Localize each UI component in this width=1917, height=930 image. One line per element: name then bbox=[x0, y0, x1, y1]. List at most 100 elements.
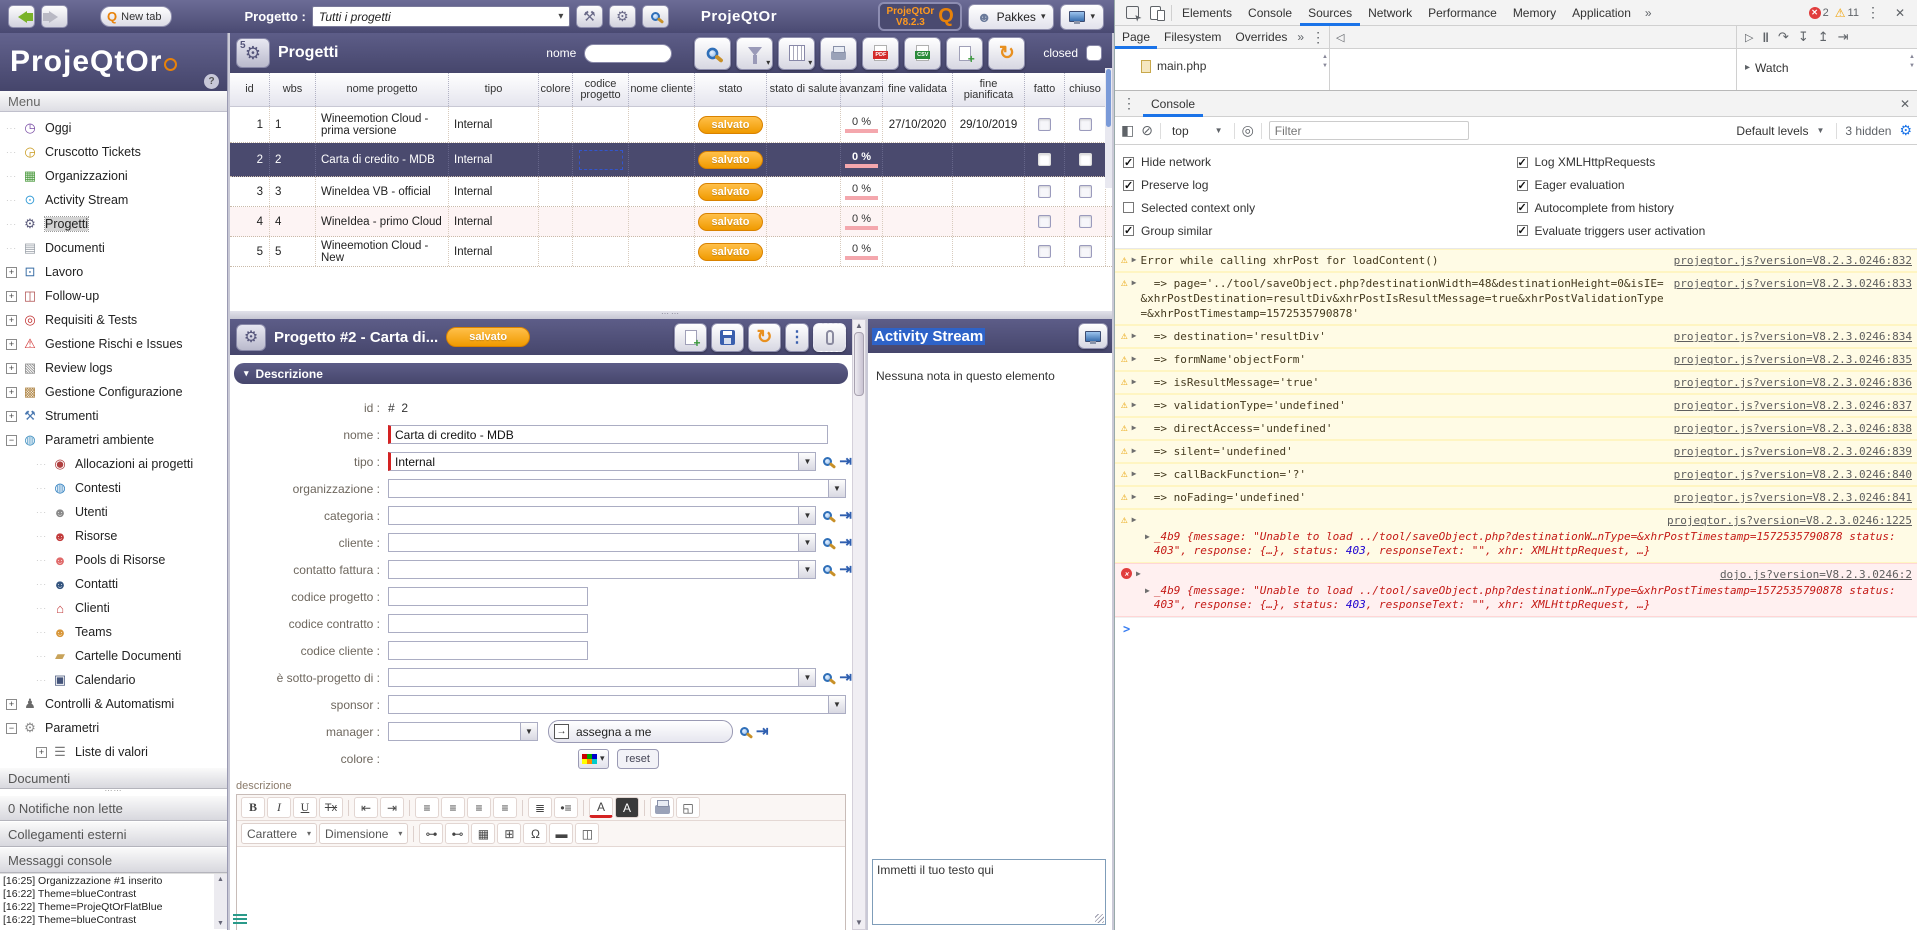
sponsor-select[interactable]: ▼ bbox=[388, 695, 846, 714]
console-filter-input[interactable] bbox=[1269, 121, 1469, 140]
codice-cliente-field[interactable] bbox=[388, 641, 588, 660]
panel-notifications[interactable]: 0 Notifiche non lette bbox=[0, 795, 227, 821]
color-reset-button[interactable]: reset bbox=[617, 749, 659, 769]
sidebar-item-requisiti-tests[interactable]: +◎Requisiti & Tests bbox=[0, 308, 227, 332]
font-size-select[interactable]: Dimensione▾ bbox=[319, 823, 408, 844]
tab-network[interactable]: Network bbox=[1360, 0, 1420, 26]
expand-triangle-icon[interactable]: ▶ bbox=[1132, 329, 1137, 340]
panel-console-messages[interactable]: Messaggi console bbox=[0, 847, 227, 873]
table-row-4[interactable]: 44WineIdea - primo CloudInternalsalvato0… bbox=[230, 207, 1112, 237]
align-justify-button-icon[interactable]: ≡ bbox=[493, 797, 517, 818]
row-checkbox[interactable] bbox=[1079, 153, 1092, 166]
expand-triangle-icon[interactable]: ▶ bbox=[1132, 276, 1137, 287]
column-header-nome-cliente[interactable]: nome cliente bbox=[629, 73, 695, 106]
save-button[interactable] bbox=[711, 323, 744, 352]
tab-elements[interactable]: Elements bbox=[1174, 0, 1240, 26]
menu-header[interactable]: Menu bbox=[0, 91, 227, 112]
manager-goto-icon[interactable]: ⇥ bbox=[756, 724, 769, 739]
expander-icon[interactable]: − bbox=[6, 435, 17, 446]
column-header-stato-di-salute[interactable]: stato di salute bbox=[767, 73, 841, 106]
row-checkbox[interactable] bbox=[1038, 185, 1051, 198]
live-expression-icon[interactable]: ◎ bbox=[1242, 122, 1254, 139]
add-document-button[interactable] bbox=[946, 37, 983, 70]
source-link[interactable]: projeqtor.js?version=V8.2.3.0246:834 bbox=[1674, 329, 1912, 344]
console-prompt-row[interactable]: > bbox=[1115, 617, 1917, 640]
table-row-2[interactable]: 22Carta di credito - MDBInternalsalvato0… bbox=[230, 143, 1112, 177]
remove-format-button-icon[interactable]: Tx bbox=[319, 797, 343, 818]
print-button[interactable] bbox=[820, 37, 857, 70]
tab-sources[interactable]: Sources bbox=[1300, 0, 1360, 26]
setting-autocomplete-from-history[interactable]: Autocomplete from history bbox=[1517, 197, 1911, 220]
tab-performance[interactable]: Performance bbox=[1420, 0, 1505, 26]
codice-contratto-field[interactable] bbox=[388, 614, 588, 633]
setting-evaluate-triggers-user-activation[interactable]: Evaluate triggers user activation bbox=[1517, 219, 1911, 242]
console-message-8[interactable]: ⚠▶ => silent='undefined'projeqtor.js?ver… bbox=[1115, 440, 1917, 463]
sidebar-item-utenti[interactable]: ···☻Utenti bbox=[0, 500, 227, 524]
page-break-button-icon[interactable]: ▬ bbox=[549, 823, 573, 844]
source-link[interactable]: dojo.js?version=V8.2.3.0246:2 bbox=[1720, 567, 1912, 582]
row-checkbox[interactable] bbox=[1079, 215, 1092, 228]
print-button-icon[interactable] bbox=[650, 797, 674, 818]
align-left-button-icon[interactable]: ≡ bbox=[415, 797, 439, 818]
sidebar-item-lavoro[interactable]: +⊡Lavoro bbox=[0, 260, 227, 284]
console-message-5[interactable]: ⚠▶ => isResultMessage='true'projeqtor.js… bbox=[1115, 371, 1917, 394]
watch-scrollbar[interactable]: ▲▼ bbox=[1909, 53, 1915, 71]
console-close-icon[interactable]: ✕ bbox=[1892, 97, 1917, 111]
column-header-wbs[interactable]: wbs bbox=[270, 73, 316, 106]
column-header-avanzam[interactable]: avanzam bbox=[841, 73, 883, 106]
table-row-1[interactable]: 11Wineemotion Cloud - prima versioneInte… bbox=[230, 107, 1112, 143]
setting-selected-context-only[interactable]: Selected context only bbox=[1123, 197, 1517, 220]
expander-icon[interactable]: − bbox=[6, 723, 17, 734]
setting-hide-network[interactable]: Hide network bbox=[1123, 151, 1517, 174]
link-button-icon[interactable]: ⊶ bbox=[419, 823, 443, 844]
expand-triangle-icon[interactable]: ▶ bbox=[1132, 513, 1137, 524]
watch-section[interactable]: ▸ Watch ▲▼ bbox=[1737, 49, 1917, 79]
text-color-button-icon[interactable]: A bbox=[589, 797, 613, 818]
column-header-id[interactable]: id bbox=[230, 73, 270, 106]
filter-button[interactable]: ▾ bbox=[736, 37, 773, 70]
scrollbar-thumb[interactable] bbox=[1106, 69, 1111, 127]
column-header-fine-pianificata[interactable]: fine pianificata bbox=[953, 73, 1025, 106]
project-parameters-button[interactable]: ⚙ bbox=[609, 5, 636, 28]
console-message-6[interactable]: ⚠▶ => validationType='undefined'projeqto… bbox=[1115, 394, 1917, 417]
nav-more-tabs-icon[interactable]: » bbox=[1294, 30, 1307, 44]
activity-display-button[interactable] bbox=[1078, 323, 1108, 349]
step-into-icon[interactable]: ↧ bbox=[1798, 29, 1809, 45]
contatto-goto-icon[interactable]: ⇥ bbox=[839, 562, 852, 577]
source-link[interactable]: projeqtor.js?version=V8.2.3.0246:840 bbox=[1674, 467, 1912, 482]
expander-icon[interactable]: + bbox=[6, 291, 17, 302]
expand-triangle-icon[interactable]: ▶ bbox=[1132, 467, 1137, 478]
bold-button-icon[interactable]: B bbox=[241, 797, 265, 818]
devtools-menu-icon[interactable]: ⋮ bbox=[1859, 4, 1887, 21]
sidebar-item-allocazioni-ai-progetti[interactable]: ···◉Allocazioni ai progetti bbox=[0, 452, 227, 476]
table-scrollbar[interactable] bbox=[1105, 68, 1112, 188]
sidebar-item-contesti[interactable]: ···◍Contesti bbox=[0, 476, 227, 500]
section-descrizione[interactable]: ▾ Descrizione bbox=[234, 363, 848, 384]
categoria-search-icon[interactable] bbox=[823, 511, 832, 520]
setting-group-similar[interactable]: Group similar bbox=[1123, 219, 1517, 242]
project-selector[interactable]: Tutti i progetti ▾ bbox=[312, 6, 570, 27]
align-center-button-icon[interactable]: ≡ bbox=[441, 797, 465, 818]
log-scrollbar[interactable]: ▲▼ bbox=[214, 874, 227, 929]
console-sidebar-icon[interactable]: ◧ bbox=[1121, 122, 1134, 139]
cliente-search-icon[interactable] bbox=[823, 538, 832, 547]
nav-tab-filesystem[interactable]: Filesystem bbox=[1157, 26, 1228, 49]
organizzazione-select[interactable]: ▼ bbox=[388, 479, 846, 498]
maximize-button-icon[interactable]: ◱ bbox=[676, 797, 700, 818]
sotto-progetto-search-icon[interactable] bbox=[823, 673, 832, 682]
sidebar-item-risorse[interactable]: ···☻Risorse bbox=[0, 524, 227, 548]
nav-tab-overrides[interactable]: Overrides bbox=[1228, 26, 1294, 49]
setting-log-xmlhttprequests[interactable]: Log XMLHttpRequests bbox=[1517, 151, 1911, 174]
column-header-codice-progetto[interactable]: codice progetto bbox=[573, 73, 629, 106]
expand-triangle-icon[interactable]: ▶ bbox=[1145, 530, 1150, 541]
splitter-grip[interactable] bbox=[233, 914, 247, 924]
tab-memory[interactable]: Memory bbox=[1505, 0, 1564, 26]
scroll-up-icon[interactable]: ▲ bbox=[217, 876, 224, 883]
outdent-button-icon[interactable]: ⇤ bbox=[354, 797, 378, 818]
ordered-list-button-icon[interactable]: ≣ bbox=[528, 797, 552, 818]
sidebar-item-calendario[interactable]: ···▣Calendario bbox=[0, 668, 227, 692]
expand-triangle-icon[interactable]: ▶ bbox=[1132, 444, 1137, 455]
codice-progetto-field[interactable] bbox=[388, 587, 588, 606]
devtools-close-icon[interactable]: ✕ bbox=[1887, 6, 1913, 20]
sidebar-item-clienti[interactable]: ···⌂Clienti bbox=[0, 596, 227, 620]
